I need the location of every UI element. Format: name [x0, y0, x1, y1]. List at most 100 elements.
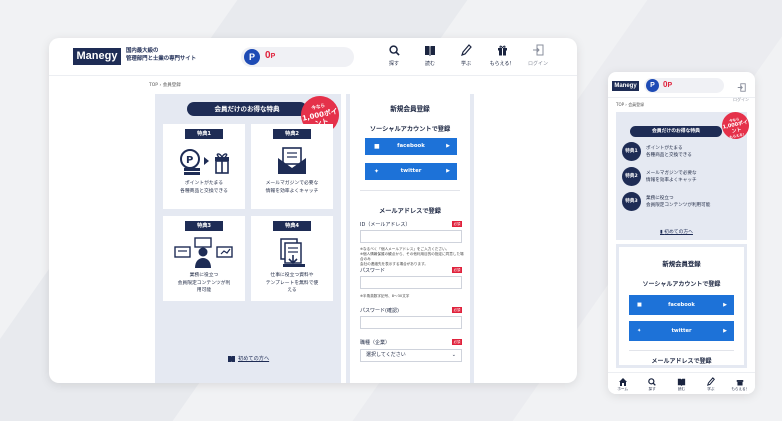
tagline-line: 管理部門と士業の専門サイト [126, 56, 197, 62]
breadcrumb: TOP › 会員登録 [149, 82, 181, 88]
points-value: 0P [265, 50, 275, 61]
benefit-text: メールマガジンで必要な 情報を効率よくキャッチ [646, 170, 746, 184]
tab-label: 探す [648, 387, 656, 391]
nav-learn[interactable]: 学ぶ [453, 43, 479, 67]
facebook-button[interactable]: ■ facebook ▶ [365, 138, 457, 155]
breadcrumb-top-link[interactable]: TOP [616, 102, 624, 107]
registration-panel: 新規会員登録 ソーシャルアカウントで登録 ■ facebook ▶ ✦ twit… [346, 94, 474, 383]
gift-icon [736, 380, 744, 386]
id-note-line: ※個人情報保護の観点から、その他利用目的の指定に同意した場合のみ [360, 252, 464, 261]
twitter-button-label: twitter [400, 168, 422, 174]
manegy-logo[interactable]: Manegy [612, 81, 639, 91]
nav-label: もらえる！ [489, 61, 515, 67]
benefit-text-line: える [287, 288, 297, 293]
nav-label: 探す [388, 61, 399, 67]
social-heading: ソーシャルアカウントで登録 [369, 126, 451, 133]
required-badge: 必須 [452, 267, 462, 273]
password-confirm-label: パスワード(確認) [360, 308, 399, 314]
tab-home[interactable]: ホーム [612, 377, 634, 392]
benefits-panel: 会員だけのお得な特典 今なら 1,000ポイント もらえる！ 特典1 ポイントが… [616, 109, 752, 240]
mobile-tabbar: ホーム 探す 読む 学ぶ もらえる！ [608, 372, 755, 394]
benefit-number: 特典3 [622, 192, 641, 211]
nav-search[interactable]: 探す [381, 43, 407, 67]
nav-login[interactable]: ログイン [731, 77, 751, 103]
first-time-link-label: 初めての方へ [664, 230, 693, 235]
email-heading: メールアドレスで登録 [651, 358, 712, 365]
mobile-header: Manegy P 0P ログイン [608, 72, 755, 102]
benefit-text-line: メールマガジンで必要な [265, 181, 319, 186]
benefit-text: メールマガジンで必要な 情報を効率よくキャッチ [255, 180, 329, 195]
twitter-icon: ✦ [637, 328, 642, 334]
id-label: ID（メールアドレス） [360, 222, 411, 228]
facebook-button-label: facebook [397, 143, 425, 149]
benefit-text-line: 業務に役立つ [646, 195, 674, 201]
facebook-button[interactable]: ■ facebook ▶ [629, 295, 734, 315]
pen-icon [706, 377, 715, 386]
coins-gift-icon: P [163, 144, 245, 178]
points-icon: P [244, 49, 260, 65]
benefit-item: 特典2 メールマガジンで必要な 情報を効率よくキャッチ [622, 167, 746, 186]
twitter-button-label: twitter [671, 328, 692, 334]
benefit-text: ポイントがたまる 各種商品と交換できる [646, 145, 746, 159]
nav-login[interactable]: ログイン [525, 43, 551, 67]
nav-read[interactable]: 読む [417, 43, 443, 67]
benefit-text-line: 会員限定コンテンツが利用可能 [646, 202, 711, 208]
desktop-mockup: Manegy 国内最大級の 管理部門と士業の専門サイト P 0P 探す 読む 学… [49, 38, 577, 383]
benefit-text-line: 業務に役立つ [189, 273, 219, 278]
password-label: パスワード [360, 268, 386, 274]
manegy-logo[interactable]: Manegy [73, 48, 121, 65]
tab-label: ホーム [617, 387, 629, 391]
points-unit: P [270, 53, 276, 60]
email-heading: メールアドレスで登録 [379, 208, 441, 215]
tab-search[interactable]: 探す [641, 377, 663, 392]
required-badge: 必須 [452, 339, 462, 345]
divider [360, 190, 460, 191]
divider [629, 350, 734, 351]
nav-label: ログイン [733, 97, 749, 102]
tab-label: 学ぶ [707, 387, 715, 391]
benefit-text-line: メールマガジンで必要な [646, 170, 697, 176]
breadcrumb-top-link[interactable]: TOP [149, 83, 158, 88]
nav-get[interactable]: もらえる！ [489, 43, 515, 67]
tab-label: もらえる！ [731, 387, 750, 391]
presenter-icon [163, 236, 245, 270]
chevron-down-icon: ⌄ [451, 352, 456, 358]
benefit-text: 業務に役立つ 会員限定コンテンツが利 用可能 [167, 272, 241, 295]
benefit-text-line: ポイントがたまる [184, 181, 224, 186]
login-icon [737, 83, 746, 92]
points-display[interactable]: P 0P [241, 47, 354, 67]
search-icon [648, 377, 656, 386]
password-field[interactable] [360, 276, 462, 289]
login-icon [533, 44, 544, 56]
site-header: Manegy 国内最大級の 管理部門と士業の専門サイト P 0P 探す 読む 学… [49, 38, 577, 76]
password-confirm-field[interactable] [360, 316, 462, 329]
twitter-button[interactable]: ✦ twitter ▶ [365, 163, 457, 180]
search-icon [388, 44, 400, 56]
benefit-tag: 特典2 [273, 129, 311, 139]
book-icon [677, 378, 686, 386]
nav-label: 読む [424, 61, 435, 67]
points-unit: P [667, 82, 673, 89]
occupation-select[interactable]: 選択してください ⌄ [360, 349, 462, 362]
benefit-text-line: 各種商品と交換できる [180, 188, 228, 194]
benefit-text-line: 用可能 [196, 288, 212, 293]
chevron-right-icon: ▶ [446, 168, 450, 174]
id-note: ※なるべく「個人メールアドレス」をご入力ください。 ※個人情報保護の観点から、そ… [360, 247, 464, 267]
first-time-link[interactable]: ▮ 初めての方へ [660, 228, 693, 235]
benefit-item: 特典1 ポイントがたまる 各種商品と交換できる [622, 142, 746, 161]
first-time-link[interactable]: 初めての方へ [228, 355, 269, 362]
benefit-number: 特典1 [622, 142, 641, 161]
points-icon: P [646, 79, 659, 92]
email-field[interactable] [360, 230, 462, 243]
benefit-text-line: ポイントがたまる [646, 145, 683, 151]
benefit-text: 業務に役立つ 会員限定コンテンツが利用可能 [646, 195, 746, 209]
tab-learn[interactable]: 学ぶ [700, 377, 722, 392]
tab-read[interactable]: 読む [670, 377, 692, 392]
benefit-card-4: 特典4 仕事に役立つ資料や テンプレートを無料で使 える [251, 216, 333, 301]
benefit-text-line: 仕事に役立つ資料や [270, 273, 314, 278]
points-display[interactable]: P 0P [644, 78, 724, 93]
twitter-button[interactable]: ✦ twitter ▶ [629, 321, 734, 341]
tab-get[interactable]: もらえる！ [729, 377, 751, 392]
facebook-icon: ■ [637, 302, 642, 308]
benefit-tag: 特典1 [185, 129, 223, 139]
